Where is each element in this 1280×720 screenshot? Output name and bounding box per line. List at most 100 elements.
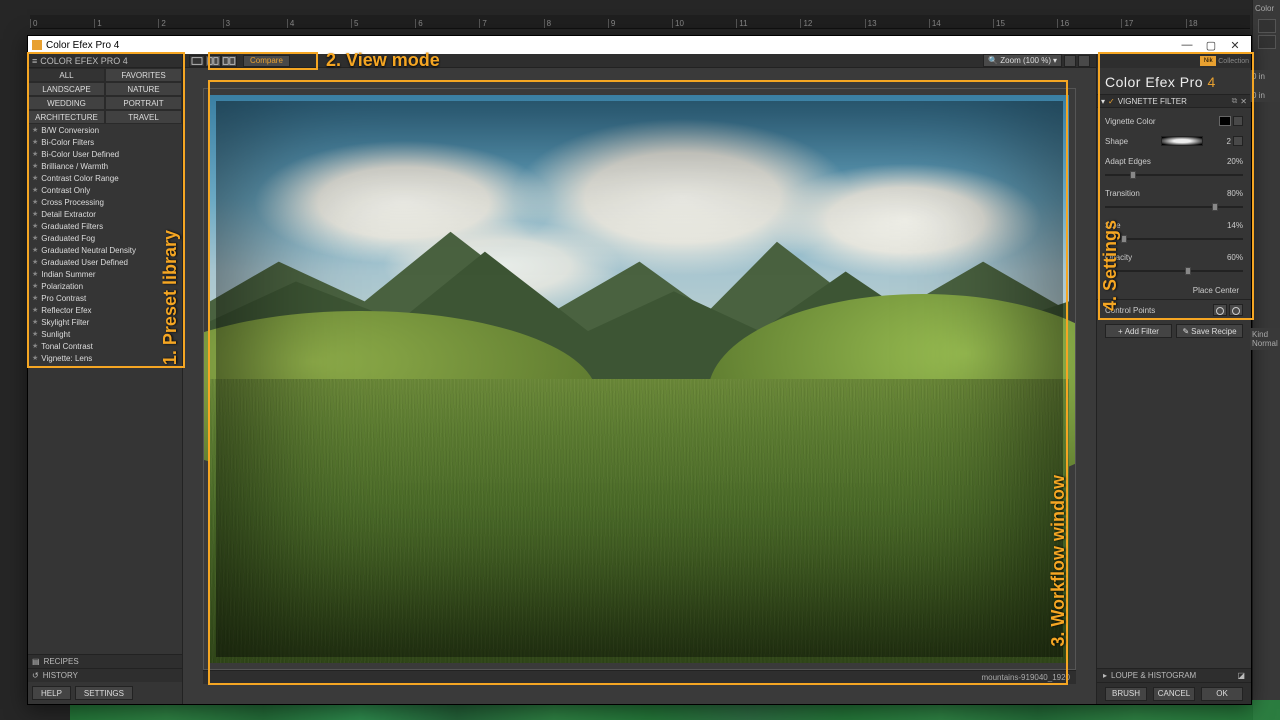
filter-label: Cross Processing <box>41 198 104 207</box>
filter-item[interactable]: ★Contrast Only <box>28 184 182 196</box>
filter-header[interactable]: ▾ ✓ VIGNETTE FILTER ⧉ ✕ <box>1097 94 1251 108</box>
canvas-footer: mountains-919040_1920 <box>203 670 1076 684</box>
opacity-slider[interactable] <box>1105 268 1243 274</box>
bg-toggle-button[interactable] <box>1064 55 1076 67</box>
category-favorites[interactable]: FAVORITES <box>105 68 182 82</box>
filter-label: Vignette: Lens <box>41 354 92 363</box>
add-filter-button[interactable]: +Add Filter <box>1105 324 1172 338</box>
recipes-bar[interactable]: ▤ RECIPES <box>28 654 182 668</box>
titlebar[interactable]: Color Efex Pro 4 — ▢ ✕ <box>28 36 1251 54</box>
filter-item[interactable]: ★Contrast Color Range <box>28 172 182 184</box>
star-icon[interactable]: ★ <box>32 258 38 266</box>
ok-button[interactable]: OK <box>1201 687 1243 701</box>
category-portrait[interactable]: PORTRAIT <box>105 96 182 110</box>
filter-item[interactable]: ★Graduated Fog <box>28 232 182 244</box>
maximize-button[interactable]: ▢ <box>1199 39 1223 52</box>
split-view-button[interactable] <box>205 55 221 67</box>
filter-item[interactable]: ★Polarization <box>28 280 182 292</box>
filter-label: Tonal Contrast <box>41 342 93 351</box>
star-icon[interactable]: ★ <box>32 162 38 170</box>
category-nature[interactable]: NATURE <box>105 82 182 96</box>
filter-item[interactable]: ★Indian Summer <box>28 268 182 280</box>
star-icon[interactable]: ★ <box>32 318 38 326</box>
history-bar[interactable]: ↺ HISTORY <box>28 668 182 682</box>
filter-item[interactable]: ★Skylight Filter <box>28 316 182 328</box>
transition-slider[interactable] <box>1105 204 1243 210</box>
filter-item[interactable]: ★Tonal Contrast <box>28 340 182 352</box>
minimize-button[interactable]: — <box>1175 39 1199 51</box>
filter-item[interactable]: ★Detail Extractor <box>28 208 182 220</box>
filter-item[interactable]: ★Pro Contrast <box>28 292 182 304</box>
filter-label: Polarization <box>41 282 83 291</box>
control-points-row: Control Points <box>1097 299 1251 320</box>
category-architecture[interactable]: ARCHITECTURE <box>28 110 105 124</box>
star-icon[interactable]: ★ <box>32 150 38 158</box>
filter-item[interactable]: ★Graduated User Defined <box>28 256 182 268</box>
category-wedding[interactable]: WEDDING <box>28 96 105 110</box>
filter-item[interactable]: ★Graduated Neutral Density <box>28 244 182 256</box>
history-icon: ↺ <box>32 671 39 680</box>
filter-item[interactable]: ★Bi-Color User Defined <box>28 148 182 160</box>
image-frame[interactable] <box>203 88 1076 670</box>
star-icon[interactable]: ★ <box>32 186 38 194</box>
add-control-point-button[interactable] <box>1213 304 1227 316</box>
cancel-button[interactable]: CANCEL <box>1153 687 1195 701</box>
duplicate-icon[interactable]: ⧉ <box>1232 96 1238 106</box>
filter-label: B/W Conversion <box>41 126 99 135</box>
star-icon[interactable]: ★ <box>32 294 38 302</box>
remove-control-point-button[interactable] <box>1229 304 1243 316</box>
category-travel[interactable]: TRAVEL <box>105 110 182 124</box>
zoom-dropdown[interactable]: 🔍Zoom (100 %)▾ <box>983 54 1062 67</box>
collapse-icon[interactable]: ▾ <box>1101 97 1105 106</box>
filter-item[interactable]: ★Sunlight <box>28 328 182 340</box>
filter-item[interactable]: ★Vignette: Lens <box>28 352 182 364</box>
filter-item[interactable]: ★Brilliance / Warmth <box>28 160 182 172</box>
filter-item[interactable]: ★Bi-Color Filters <box>28 136 182 148</box>
color-swatch[interactable] <box>1219 116 1231 126</box>
star-icon[interactable]: ★ <box>32 126 38 134</box>
category-landscape[interactable]: LANDSCAPE <box>28 82 105 96</box>
side-view-button[interactable] <box>221 55 237 67</box>
loupe-histogram-bar[interactable]: ▸ LOUPE & HISTOGRAM ◪ <box>1097 668 1251 682</box>
star-icon[interactable]: ★ <box>32 222 38 230</box>
star-icon[interactable]: ★ <box>32 246 38 254</box>
compare-button[interactable]: Compare <box>243 55 290 67</box>
star-icon[interactable]: ★ <box>32 270 38 278</box>
swatch <box>1258 35 1276 49</box>
star-icon[interactable]: ★ <box>32 234 38 242</box>
filter-item[interactable]: ★Graduated Filters <box>28 220 182 232</box>
help-button[interactable]: HELP <box>32 686 71 700</box>
filter-label: Graduated Neutral Density <box>41 246 136 255</box>
close-button[interactable]: ✕ <box>1223 39 1247 52</box>
shape-dropdown-icon[interactable] <box>1233 136 1243 146</box>
save-recipe-button[interactable]: ✎Save Recipe <box>1176 324 1243 338</box>
star-icon[interactable]: ★ <box>32 342 38 350</box>
star-icon[interactable]: ★ <box>32 138 38 146</box>
color-dropdown-icon[interactable] <box>1233 116 1243 126</box>
brush-button[interactable]: BRUSH <box>1105 687 1147 701</box>
star-icon[interactable]: ★ <box>32 174 38 182</box>
filter-item[interactable]: ★Cross Processing <box>28 196 182 208</box>
remove-filter-icon[interactable]: ✕ <box>1240 97 1247 106</box>
star-icon[interactable]: ★ <box>32 354 38 362</box>
menu-icon[interactable]: ≡ <box>32 56 36 66</box>
category-all[interactable]: ALL <box>28 68 105 82</box>
star-icon[interactable]: ★ <box>32 210 38 218</box>
adapt-edges-slider[interactable] <box>1105 172 1243 178</box>
filter-label: Skylight Filter <box>41 318 89 327</box>
single-view-button[interactable] <box>189 55 205 67</box>
star-icon[interactable]: ★ <box>32 330 38 338</box>
star-icon[interactable]: ★ <box>32 306 38 314</box>
vignette-color-row: Vignette Color <box>1105 112 1243 130</box>
control-points-label: Control Points <box>1105 306 1155 315</box>
panel-toggle-button[interactable] <box>1078 55 1090 67</box>
enable-checkbox-icon[interactable]: ✓ <box>1108 97 1115 106</box>
size-slider[interactable] <box>1105 236 1243 242</box>
settings-button[interactable]: SETTINGS <box>75 686 133 700</box>
star-icon[interactable]: ★ <box>32 282 38 290</box>
filter-item[interactable]: ★Reflector Efex <box>28 304 182 316</box>
filter-item[interactable]: ★B/W Conversion <box>28 124 182 136</box>
popout-icon[interactable]: ◪ <box>1237 671 1245 680</box>
filter-label: Indian Summer <box>41 270 95 279</box>
star-icon[interactable]: ★ <box>32 198 38 206</box>
